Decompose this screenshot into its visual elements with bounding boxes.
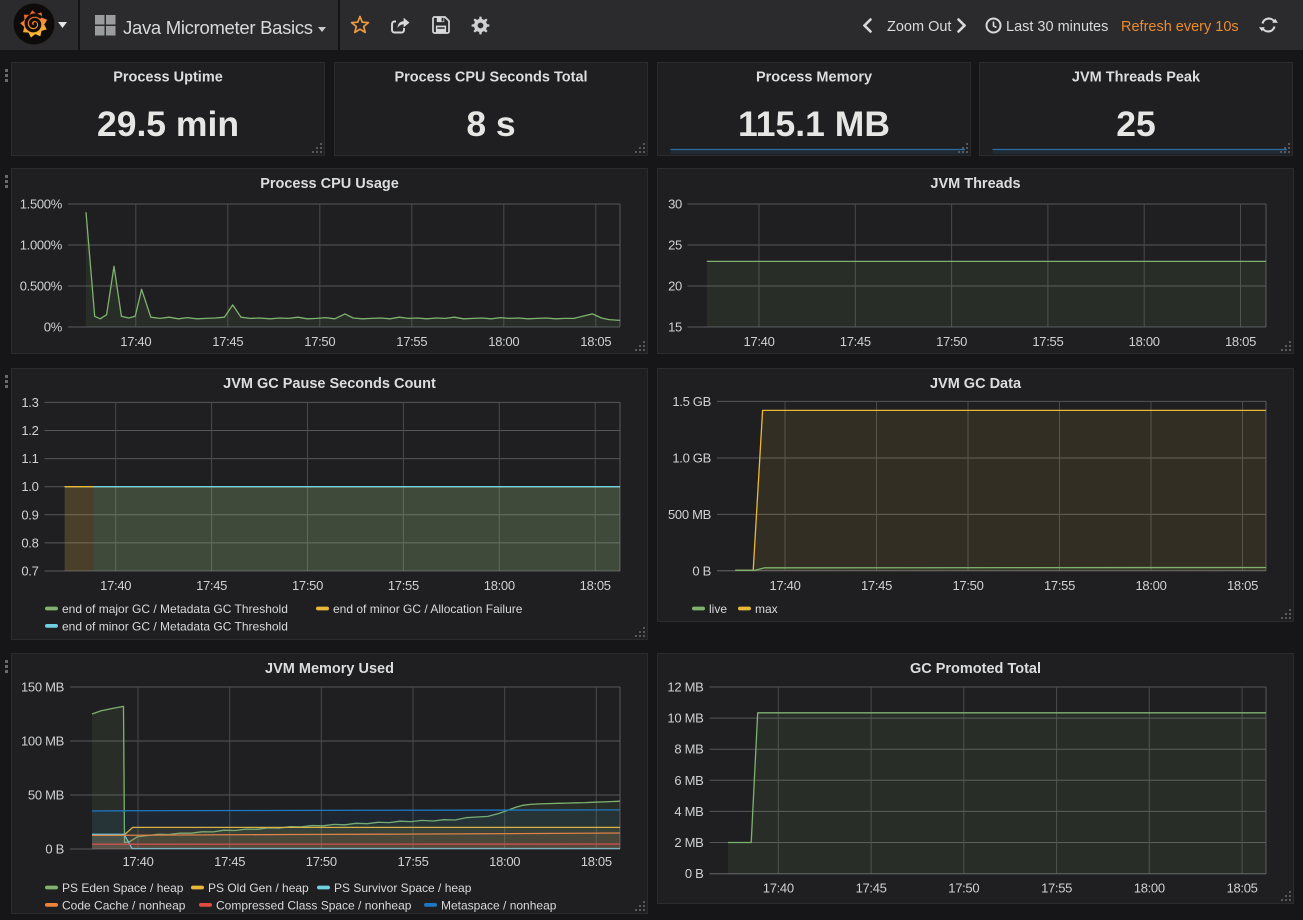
svg-text:18:05: 18:05 — [1226, 578, 1257, 593]
svg-text:1.2: 1.2 — [21, 423, 38, 438]
svg-text:17:55: 17:55 — [397, 854, 428, 869]
svg-text:17:50: 17:50 — [948, 881, 979, 896]
svg-text:50 MB: 50 MB — [28, 788, 64, 803]
svg-text:12 MB: 12 MB — [667, 680, 703, 695]
svg-text:18:00: 18:00 — [488, 334, 519, 349]
svg-text:18:00: 18:00 — [489, 854, 520, 869]
svg-text:18:00: 18:00 — [1133, 881, 1164, 896]
svg-text:17:45: 17:45 — [860, 578, 891, 593]
svg-text:115.1 MB: 115.1 MB — [738, 104, 890, 144]
svg-text:17:55: 17:55 — [388, 578, 419, 593]
svg-text:17:45: 17:45 — [214, 854, 245, 869]
svg-text:1.500%: 1.500% — [20, 197, 63, 212]
svg-text:max: max — [755, 602, 778, 616]
svg-text:1.0: 1.0 — [21, 479, 38, 494]
svg-text:PS Eden Space / heap: PS Eden Space / heap — [62, 881, 184, 895]
svg-text:29.5 min: 29.5 min — [97, 104, 239, 144]
svg-text:Process Uptime: Process Uptime — [113, 70, 223, 86]
svg-text:6 MB: 6 MB — [674, 773, 703, 788]
svg-text:Metaspace / nonheap: Metaspace / nonheap — [441, 898, 557, 912]
svg-text:17:40: 17:40 — [120, 334, 151, 349]
svg-text:end of minor GC / Metadata GC: end of minor GC / Metadata GC Threshold — [62, 619, 288, 633]
svg-text:end of major GC / Metadata GC: end of major GC / Metadata GC Threshold — [62, 602, 288, 616]
svg-text:17:50: 17:50 — [304, 334, 335, 349]
svg-text:0%: 0% — [44, 320, 63, 335]
svg-text:17:55: 17:55 — [1032, 334, 1063, 349]
svg-text:PS Old Gen / heap: PS Old Gen / heap — [208, 881, 309, 895]
svg-text:18:00: 18:00 — [484, 578, 515, 593]
svg-text:0.7: 0.7 — [21, 564, 38, 579]
svg-text:Process CPU Seconds Total: Process CPU Seconds Total — [394, 70, 587, 86]
svg-text:17:40: 17:40 — [100, 578, 131, 593]
svg-text:30: 30 — [668, 197, 682, 212]
svg-text:PS Survivor Space / heap: PS Survivor Space / heap — [334, 881, 472, 895]
svg-text:Process CPU Usage: Process CPU Usage — [260, 176, 399, 192]
svg-text:JVM Memory Used: JVM Memory Used — [265, 661, 394, 677]
svg-text:0 B: 0 B — [45, 842, 64, 857]
svg-text:JVM Threads: JVM Threads — [930, 176, 1020, 192]
svg-text:20: 20 — [668, 279, 682, 294]
svg-text:17:40: 17:40 — [122, 854, 153, 869]
svg-text:17:50: 17:50 — [936, 334, 967, 349]
svg-text:1.3: 1.3 — [21, 395, 38, 410]
svg-text:17:50: 17:50 — [306, 854, 337, 869]
svg-text:4 MB: 4 MB — [674, 804, 703, 819]
svg-text:JVM Threads Peak: JVM Threads Peak — [1072, 70, 1201, 86]
svg-text:150 MB: 150 MB — [21, 680, 64, 695]
svg-text:18:05: 18:05 — [581, 854, 612, 869]
svg-text:end of minor GC / Allocation F: end of minor GC / Allocation Failure — [333, 602, 523, 616]
svg-text:18:05: 18:05 — [580, 334, 611, 349]
svg-text:18:05: 18:05 — [580, 578, 611, 593]
svg-text:8 s: 8 s — [466, 104, 515, 144]
svg-text:0.8: 0.8 — [21, 535, 38, 550]
svg-text:17:50: 17:50 — [292, 578, 323, 593]
svg-text:Process Memory: Process Memory — [755, 70, 871, 86]
svg-text:18:05: 18:05 — [1224, 334, 1255, 349]
svg-text:8 MB: 8 MB — [674, 742, 703, 757]
svg-text:17:55: 17:55 — [1041, 881, 1072, 896]
svg-text:25: 25 — [668, 238, 682, 253]
svg-text:0 B: 0 B — [692, 563, 711, 578]
svg-text:17:45: 17:45 — [212, 334, 243, 349]
svg-text:17:55: 17:55 — [1043, 578, 1074, 593]
svg-text:live: live — [709, 602, 727, 616]
svg-text:0.9: 0.9 — [21, 507, 38, 522]
svg-text:17:45: 17:45 — [839, 334, 870, 349]
svg-text:Compressed Class Space / nonhe: Compressed Class Space / nonheap — [216, 898, 412, 912]
svg-text:18:00: 18:00 — [1135, 578, 1166, 593]
svg-text:1.000%: 1.000% — [20, 238, 63, 253]
svg-text:500 MB: 500 MB — [667, 507, 710, 522]
svg-text:Code Cache / nonheap: Code Cache / nonheap — [62, 898, 186, 912]
svg-text:1.1: 1.1 — [21, 451, 38, 466]
svg-text:18:05: 18:05 — [1226, 881, 1257, 896]
svg-text:10 MB: 10 MB — [667, 711, 703, 726]
svg-text:15: 15 — [668, 320, 682, 335]
svg-text:JVM GC Data: JVM GC Data — [929, 376, 1021, 392]
svg-text:17:40: 17:40 — [743, 334, 774, 349]
svg-text:17:40: 17:40 — [762, 881, 793, 896]
svg-text:17:55: 17:55 — [396, 334, 427, 349]
svg-text:JVM GC Pause Seconds Count: JVM GC Pause Seconds Count — [223, 376, 436, 392]
svg-text:1.0 GB: 1.0 GB — [672, 451, 711, 466]
svg-text:0.500%: 0.500% — [20, 279, 63, 294]
svg-text:17:50: 17:50 — [952, 578, 983, 593]
svg-text:17:45: 17:45 — [196, 578, 227, 593]
svg-text:GC Promoted Total: GC Promoted Total — [909, 661, 1040, 677]
svg-text:0 B: 0 B — [684, 866, 703, 881]
svg-text:25: 25 — [1116, 104, 1156, 144]
svg-text:18:00: 18:00 — [1128, 334, 1159, 349]
svg-text:17:45: 17:45 — [855, 881, 886, 896]
svg-text:2 MB: 2 MB — [674, 835, 703, 850]
svg-text:1.5 GB: 1.5 GB — [672, 394, 711, 409]
svg-text:100 MB: 100 MB — [21, 734, 64, 749]
svg-text:17:40: 17:40 — [769, 578, 800, 593]
